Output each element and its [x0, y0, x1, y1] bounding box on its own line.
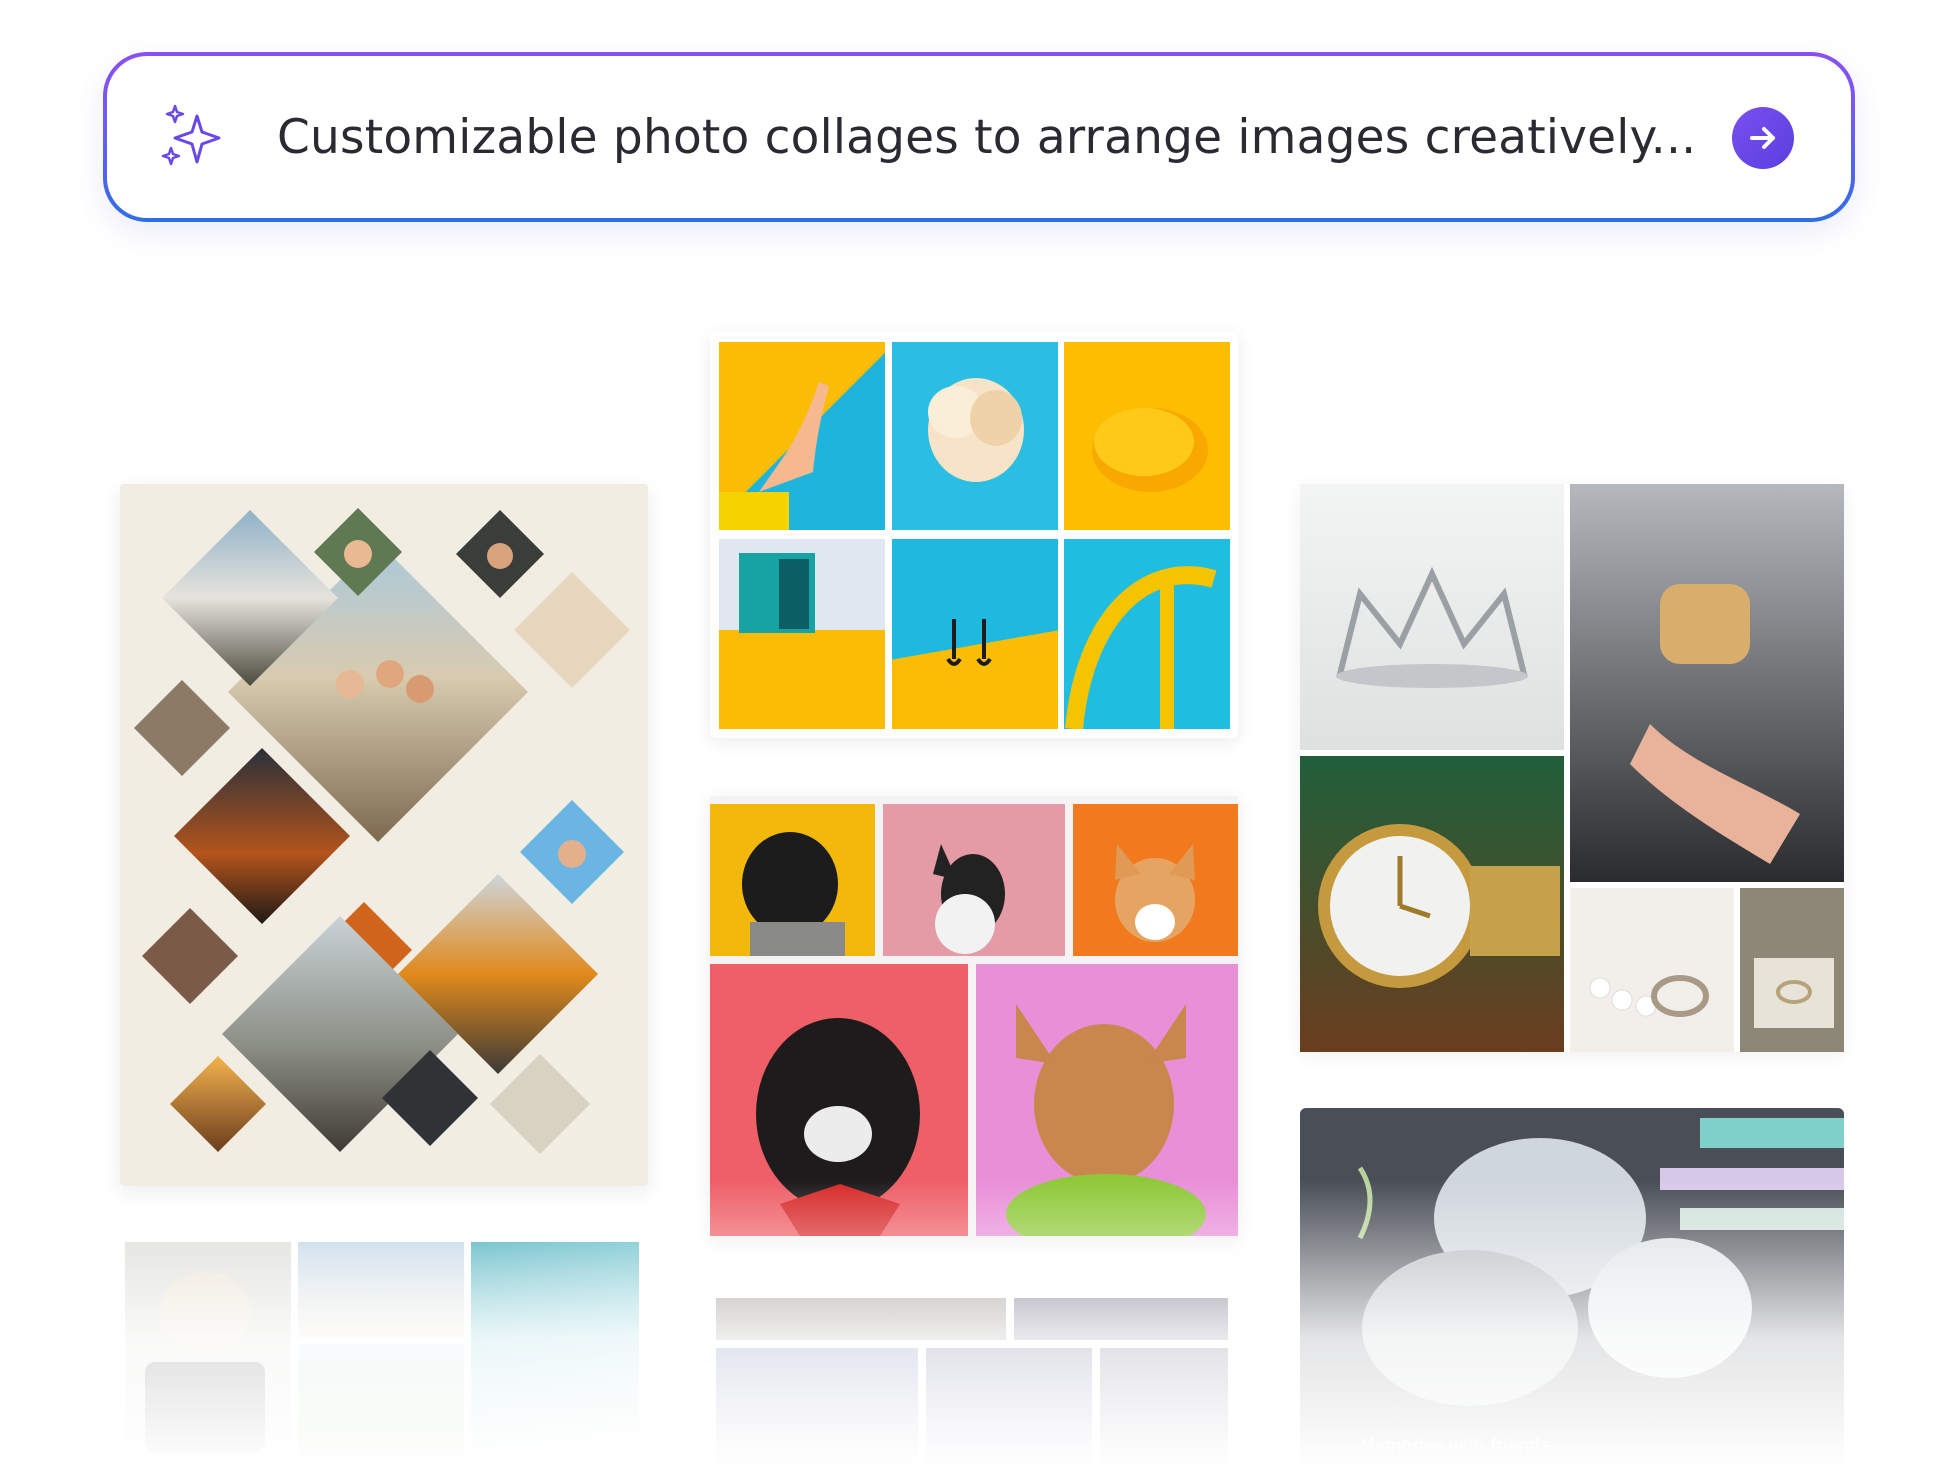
collage-card-jewelry[interactable] [1300, 484, 1844, 1052]
collage-card-night-grid[interactable] [716, 1298, 1228, 1468]
prompt-input-area[interactable]: Customizable photo collages to arrange i… [107, 56, 1851, 218]
collage-card-travel[interactable] [120, 484, 648, 1186]
tile-cloud [892, 342, 1058, 530]
tile-night-3 [1100, 1348, 1228, 1468]
prompt-bar[interactable]: Customizable photo collages to arrange i… [103, 52, 1855, 222]
tile-rock [716, 1298, 1006, 1340]
collage-card-colorful[interactable] [710, 332, 1238, 738]
tile-tiara [1300, 484, 1564, 750]
tile-corgi [1073, 804, 1238, 956]
tile-dog-green [976, 964, 1238, 1236]
collage-card-memories[interactable]: Memories with friends [1300, 1108, 1844, 1468]
tile-window [719, 539, 885, 729]
tile-night-1 [716, 1348, 918, 1468]
memories-collage [1357, 1118, 1844, 1406]
tile-pool [892, 539, 1058, 729]
submit-button[interactable] [1732, 107, 1794, 169]
tile-bracelets [1570, 484, 1844, 882]
prompt-text[interactable]: Customizable photo collages to arrange i… [277, 110, 1696, 165]
tile-palm [298, 1344, 464, 1468]
tile-hat [125, 1242, 291, 1468]
tile-coaster [1064, 539, 1230, 729]
tile-ring-box [1740, 888, 1844, 1052]
diamond-collage [134, 508, 630, 1154]
tile-black-dog [710, 964, 968, 1236]
sparkle-icon [161, 104, 221, 166]
arrow-right-icon [1750, 127, 1775, 149]
tile-dog-pink [883, 804, 1065, 956]
tile-plane [298, 1242, 464, 1338]
tile-lemon [1064, 342, 1230, 530]
collage-card-travel-grid[interactable] [125, 1242, 639, 1468]
memories-caption: Memories with friends [1360, 1435, 1551, 1455]
tile-pearls [1570, 888, 1734, 1052]
tile-hand [719, 342, 885, 530]
tile-sea [471, 1242, 639, 1468]
tile-night-2 [926, 1348, 1092, 1468]
tile-sky-strip [1014, 1298, 1228, 1340]
tile-pug [710, 804, 875, 956]
collage-card-dogs[interactable] [710, 796, 1238, 1240]
tile-watch [1300, 756, 1564, 1052]
